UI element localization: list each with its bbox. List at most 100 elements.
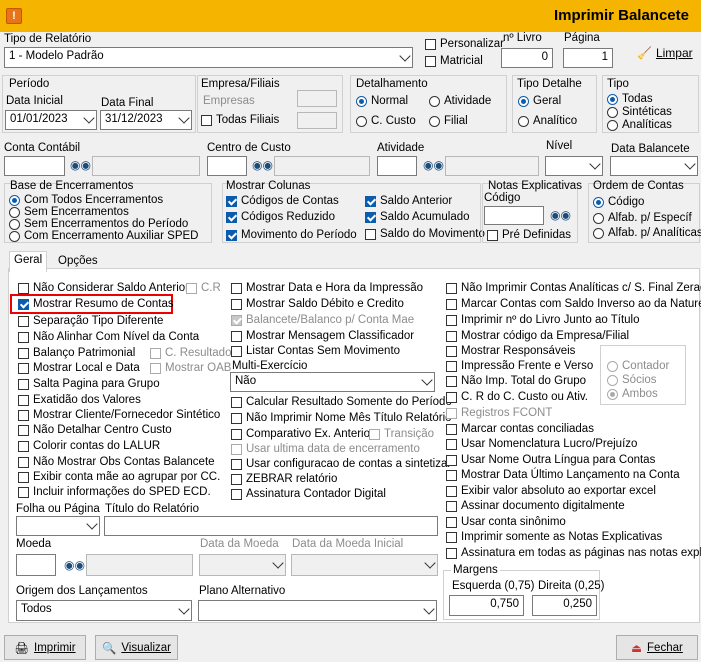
mostrar-data-ultimo-lancamento-checkbox[interactable]: Mostrar Data Último Lançamento na Conta <box>446 469 680 481</box>
binoculars-icon[interactable]: ◉◉ <box>64 558 85 572</box>
assinatura-todas-paginas-checkbox[interactable]: Assinatura em todas as páginas nas notas… <box>446 547 701 559</box>
plano-alternativo-select[interactable] <box>198 600 437 621</box>
comparativo-ex-anterior-checkbox[interactable]: Comparativo Ex. Anterior <box>231 428 374 440</box>
tab-opcoes[interactable]: Opções <box>54 253 102 269</box>
imprimir-somente-notas-checkbox[interactable]: Imprimir somente as Notas Explicativas <box>446 531 662 543</box>
usar-nomenclatura-checkbox[interactable]: Usar Nomenclatura Lucro/Prejuízo <box>446 438 637 450</box>
codigos-reduzido-checkbox[interactable]: Códigos Reduzido <box>226 211 335 223</box>
nao-considerar-saldo-checkbox[interactable]: Não Considerar Saldo Anterior <box>18 282 189 294</box>
resp-ambos-radio[interactable]: Ambos <box>607 388 658 400</box>
codigos-contas-checkbox[interactable]: Códigos de Contas <box>226 195 339 207</box>
balanco-patrimonial-checkbox[interactable]: Balanço Patrimonial <box>18 347 135 359</box>
tipo-sinteticas-radio[interactable]: Sintéticas <box>607 106 672 118</box>
calcular-resultado-checkbox[interactable]: Calcular Resultado Somente do Período <box>231 396 452 408</box>
mostrar-cliente-fornecedor-checkbox[interactable]: Mostrar Cliente/Fornecedor Sintético <box>18 409 220 421</box>
mostrar-local-data-checkbox[interactable]: Mostrar Local e Data <box>18 362 140 374</box>
exibir-conta-mae-checkbox[interactable]: Exibir conta mãe ao agrupar por CC. <box>18 471 220 483</box>
marcar-saldo-inverso-checkbox[interactable]: Marcar Contas com Saldo Inverso ao da Na… <box>446 298 701 310</box>
mostrar-resumo-contas-checkbox[interactable]: Mostrar Resumo de Contas <box>18 298 174 310</box>
ordem-codigo-radio[interactable]: Código <box>593 196 644 208</box>
exibir-valor-absoluto-checkbox[interactable]: Exibir valor absoluto ao exportar excel <box>446 485 656 497</box>
todas-filiais-checkbox[interactable]: Todas Filiais <box>201 114 279 126</box>
num-livro-input[interactable]: 0 <box>501 48 553 68</box>
usar-ultima-data-checkbox[interactable]: Usar ultima data de encerramento <box>231 443 420 455</box>
imprimir-button[interactable]: 🖨 Imprimir <box>4 635 86 660</box>
colorir-lalur-checkbox[interactable]: Colorir contas do LALUR <box>18 440 160 452</box>
tipo-detalhe-geral-radio[interactable]: Geral <box>518 95 561 107</box>
mostrar-data-hora-checkbox[interactable]: Mostrar Data e Hora da Impressão <box>231 282 423 294</box>
exatidao-valores-checkbox[interactable]: Exatidão dos Valores <box>18 394 141 406</box>
detalhamento-filial-radio[interactable]: Filial <box>429 115 468 127</box>
nao-imp-total-grupo-checkbox[interactable]: Não Imp. Total do Grupo <box>446 375 586 387</box>
folha-pagina-select[interactable] <box>16 516 100 536</box>
fechar-button[interactable]: ⏏ Fechar <box>616 635 698 660</box>
conta-contabil-input[interactable] <box>4 156 65 176</box>
usar-nome-outra-lingua-checkbox[interactable]: Usar Nome Outra Língua para Contas <box>446 454 655 466</box>
notas-codigo-input[interactable] <box>484 206 544 225</box>
origem-lancamentos-select[interactable]: Todos <box>16 600 192 621</box>
margem-direita-input[interactable]: 0,250 <box>532 595 597 616</box>
mostrar-responsaveis-checkbox[interactable]: Mostrar Responsáveis <box>446 345 575 357</box>
empresas-input[interactable] <box>297 90 337 107</box>
pre-definidas-checkbox[interactable]: Pré Definidas <box>487 229 571 241</box>
ordem-alfab-especif-radio[interactable]: Alfab. p/ Específ <box>593 212 692 224</box>
data-inicial-input[interactable]: 01/01/2023 <box>5 110 97 130</box>
mostrar-mensagem-classificador-checkbox[interactable]: Mostrar Mensagem Classificador <box>231 330 414 342</box>
resp-socios-radio[interactable]: Sócios <box>607 374 657 386</box>
centro-custo-input[interactable] <box>207 156 247 176</box>
binoculars-icon[interactable]: ◉◉ <box>70 158 91 172</box>
mostrar-oab-checkbox[interactable]: Mostrar OAB <box>150 362 231 374</box>
nao-detalhar-centro-custo-checkbox[interactable]: Não Detalhar Centro Custo <box>18 424 172 436</box>
base-enc-todos-radio[interactable]: Com Todos Encerramentos <box>9 194 163 206</box>
limpar-button[interactable]: 🧹 Limpar <box>637 46 693 60</box>
base-enc-auxiliar-radio[interactable]: Com Encerramento Auxiliar SPED <box>9 230 198 242</box>
multi-exercicio-select[interactable]: Não <box>230 372 435 392</box>
transicao-checkbox[interactable]: Transição <box>369 428 434 440</box>
filiais-input[interactable] <box>297 112 337 129</box>
assinatura-contador-checkbox[interactable]: Assinatura Contador Digital <box>231 488 386 500</box>
titulo-relatorio-input[interactable] <box>104 516 438 536</box>
cr-c-custo-checkbox[interactable]: C. R do C. Custo ou Ativ. <box>446 391 588 403</box>
assinar-documento-checkbox[interactable]: Assinar documento digitalmente <box>446 500 625 512</box>
cr-checkbox[interactable]: C.R <box>186 282 221 294</box>
tab-geral[interactable]: Geral <box>9 251 48 272</box>
visualizar-button[interactable]: 🔍 Visualizar <box>95 635 178 660</box>
tipo-relatorio-select[interactable]: 1 - Modelo Padrão <box>4 47 413 68</box>
matricial-checkbox[interactable]: Matricial <box>425 55 483 67</box>
imprimir-num-livro-checkbox[interactable]: Imprimir nº do Livro Junto ao Título <box>446 314 639 326</box>
moeda-input[interactable] <box>16 554 56 576</box>
balancete-conta-mae-checkbox[interactable]: Balancete/Balanco p/ Conta Mae <box>231 314 414 326</box>
data-balancete-input[interactable] <box>610 156 698 176</box>
data-final-input[interactable]: 31/12/2023 <box>100 110 192 130</box>
pagina-input[interactable]: 1 <box>563 48 613 68</box>
detalhamento-normal-radio[interactable]: Normal <box>356 95 408 107</box>
listar-contas-sem-movimento-checkbox[interactable]: Listar Contas Sem Movimento <box>231 345 400 357</box>
personalizar-checkbox[interactable]: Personalizar <box>425 38 504 50</box>
mostrar-codigo-empresa-checkbox[interactable]: Mostrar código da Empresa/Filial <box>446 330 629 342</box>
impressao-frente-verso-checkbox[interactable]: Impressão Frente e Verso <box>446 360 593 372</box>
nao-imprimir-analiticas-checkbox[interactable]: Não Imprimir Contas Analíticas c/ S. Fin… <box>446 282 701 294</box>
resp-contador-radio[interactable]: Contador <box>607 360 669 372</box>
nao-mostrar-obs-checkbox[interactable]: Não Mostrar Obs Contas Balancete <box>18 456 215 468</box>
base-enc-sem-radio[interactable]: Sem Encerramentos <box>9 206 129 218</box>
zebrar-relatorio-checkbox[interactable]: ZEBRAR relatório <box>231 473 337 485</box>
tipo-analiticas-radio[interactable]: Analíticas <box>607 119 672 131</box>
incluir-sped-ecd-checkbox[interactable]: Incluir informações do SPED ECD. <box>18 486 211 498</box>
mostrar-saldo-debito-credito-checkbox[interactable]: Mostrar Saldo Débito e Credito <box>231 298 404 310</box>
tipo-detalhe-analitico-radio[interactable]: Analítico <box>518 115 577 127</box>
saldo-anterior-checkbox[interactable]: Saldo Anterior <box>365 195 452 207</box>
saldo-acumulado-checkbox[interactable]: Saldo Acumulado <box>365 211 470 223</box>
binoculars-icon[interactable]: ◉◉ <box>550 208 571 222</box>
atividade-input[interactable] <box>377 156 417 176</box>
tipo-todas-radio[interactable]: Todas <box>607 93 653 105</box>
data-moeda-input[interactable] <box>199 554 286 576</box>
c-resultado-checkbox[interactable]: C. Resultado <box>150 347 231 359</box>
ordem-alfab-analiticas-radio[interactable]: Alfab. p/ Analíticas <box>593 227 701 239</box>
usar-conta-sinonimo-checkbox[interactable]: Usar conta sinônimo <box>446 516 566 528</box>
separacao-tipo-checkbox[interactable]: Separação Tipo Diferente <box>18 315 163 327</box>
movimento-periodo-checkbox[interactable]: Movimento do Período <box>226 229 357 241</box>
salta-pagina-grupo-checkbox[interactable]: Salta Pagina para Grupo <box>18 378 160 390</box>
nivel-select[interactable] <box>545 156 603 176</box>
marcar-contas-conciliadas-checkbox[interactable]: Marcar contas conciliadas <box>446 423 594 435</box>
detalhamento-ccusto-radio[interactable]: C. Custo <box>356 115 416 127</box>
